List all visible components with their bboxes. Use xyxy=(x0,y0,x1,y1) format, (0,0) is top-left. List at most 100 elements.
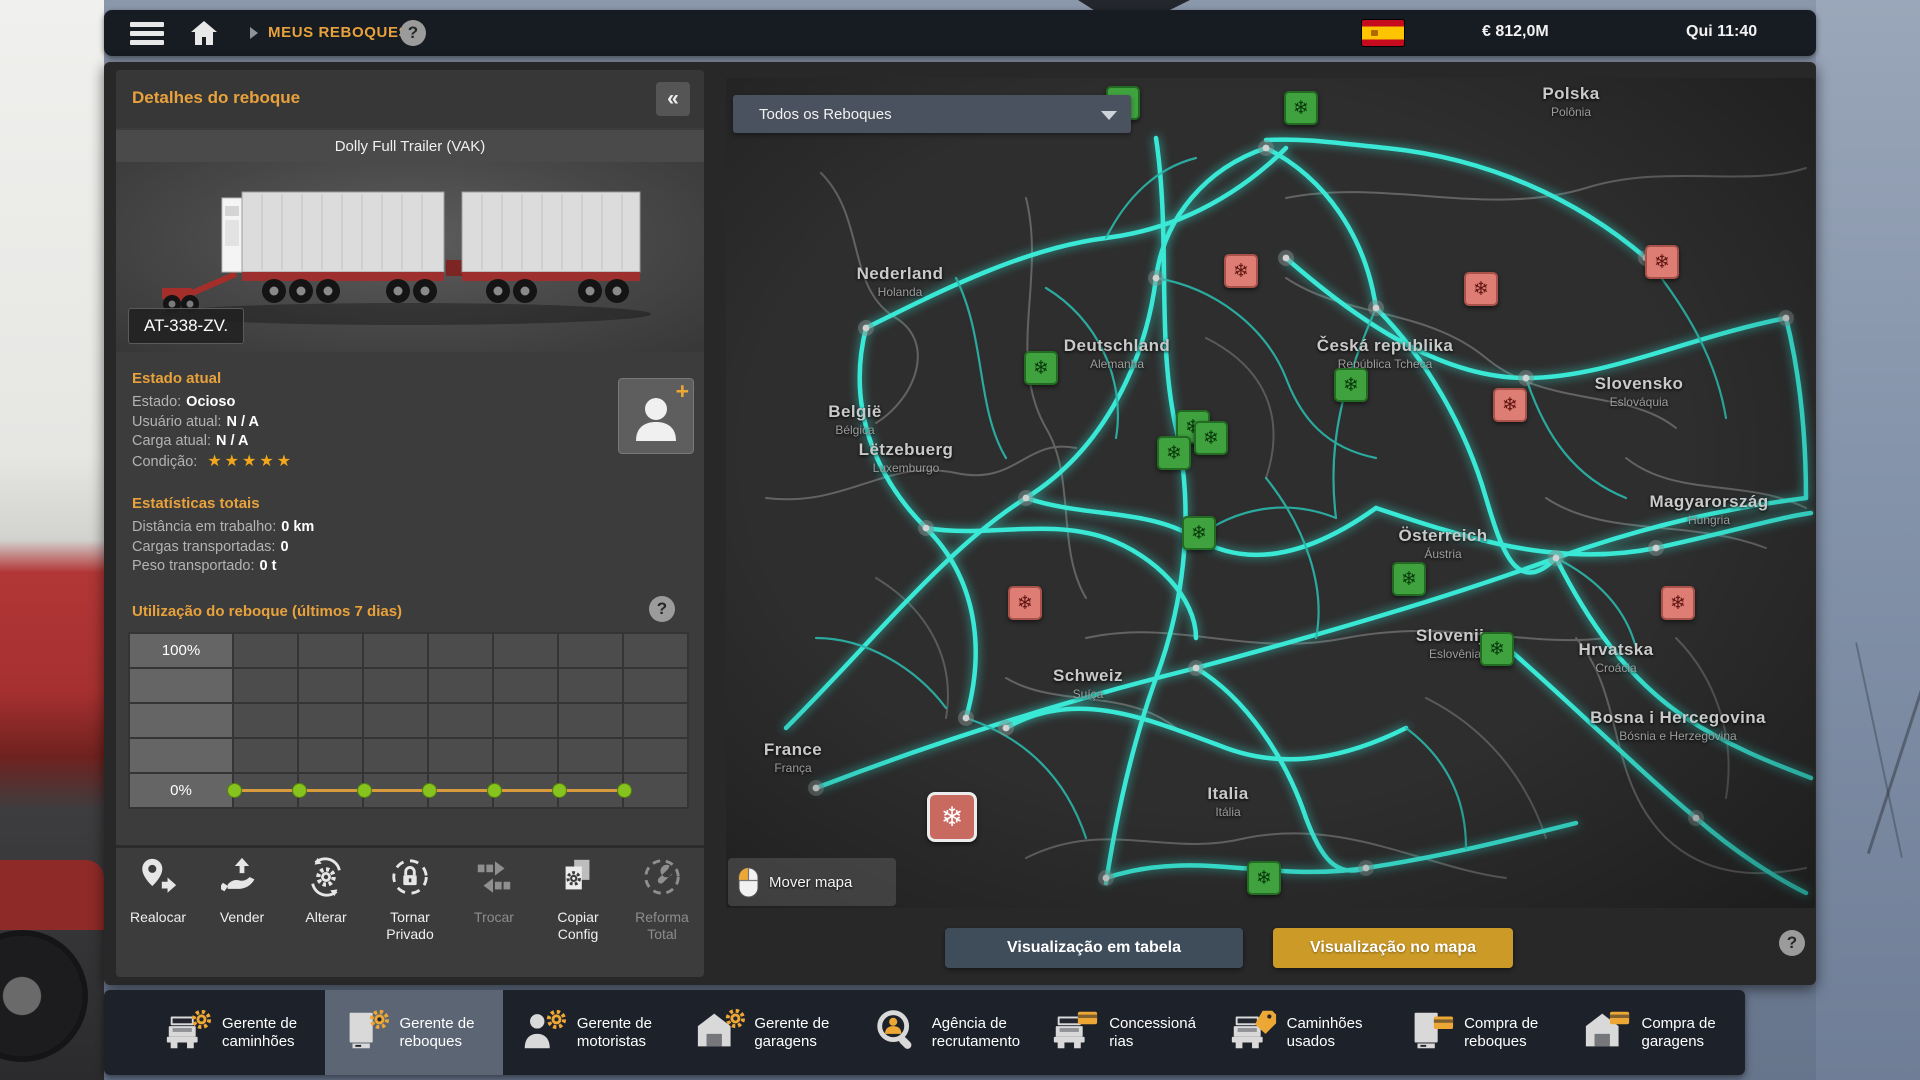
recruitment-icon xyxy=(873,1008,932,1057)
trailer-filter-dropdown[interactable]: Todos os Reboques xyxy=(733,95,1131,133)
nav-item-gerente-de-caminhoes[interactable]: Gerente de caminhões xyxy=(148,990,325,1075)
assign-driver-button[interactable]: + xyxy=(618,378,694,454)
menu-icon[interactable] xyxy=(130,22,164,45)
detail-row: Carga atual:N / A xyxy=(132,432,602,452)
trailer-marker-green[interactable]: ❄ xyxy=(1480,632,1514,666)
money-display: € 812,0M xyxy=(1482,23,1549,41)
chart-grid-cell xyxy=(299,774,362,807)
top-bar: MEUS REBOQUES ? € 812,0M Qui 11:40 xyxy=(104,10,1816,56)
trailer-marker-red[interactable]: ❄ xyxy=(1645,245,1679,279)
trailer-marker-green[interactable]: ❄ xyxy=(1392,562,1426,596)
nav-item-gerente-de-reboques[interactable]: Gerente de reboques xyxy=(325,990,502,1075)
chart-y-axis-cell xyxy=(130,669,232,702)
action-label: Copiar Config xyxy=(540,909,616,942)
trailer-marker-red[interactable]: ❄ xyxy=(1464,272,1498,306)
used-trucks-icon xyxy=(1228,1008,1287,1057)
snowflake-icon: ❄ xyxy=(1502,394,1518,416)
chart-grid-cell xyxy=(299,704,362,737)
trailer-details-panel: Detalhes do reboque « Dolly Full Trailer… xyxy=(116,70,704,977)
dropdown-value: Todos os Reboques xyxy=(759,106,892,123)
action-button-tornar-privado[interactable]: Tornar Privado xyxy=(368,856,452,942)
chart-grid-cell xyxy=(559,739,622,772)
trailer-marker-green[interactable]: ❄ xyxy=(1024,351,1058,385)
snowflake-icon: ❄ xyxy=(1473,278,1489,300)
action-label: Alterar xyxy=(305,909,346,926)
chart-y-axis-cell: 100% xyxy=(130,634,232,667)
home-icon[interactable] xyxy=(190,20,218,46)
screen: MEUS REBOQUES ? € 812,0M Qui 11:40 Detal… xyxy=(0,0,1920,1080)
management-nav-bar: Gerente de caminhões Gerente de reboques G… xyxy=(104,990,1745,1075)
trailer-marker-red[interactable]: ❄ xyxy=(1493,388,1527,422)
nav-item-label: Caminhões usados xyxy=(1287,1015,1375,1049)
trailer-name: Dolly Full Trailer (VAK) xyxy=(116,130,704,162)
nav-item-label: Compra de reboques xyxy=(1464,1015,1552,1049)
trailer-marker-red[interactable]: ❄ xyxy=(1008,586,1042,620)
trailer-marker-green[interactable]: ❄ xyxy=(1194,421,1228,455)
action-button-vender[interactable]: Vender xyxy=(200,856,284,942)
lock-icon xyxy=(389,856,431,909)
action-button-copiar-config[interactable]: Copiar Config xyxy=(536,856,620,942)
current-state-section: Estado atual Estado:OciosoUsuário atual:… xyxy=(132,370,602,472)
detail-row: Distância em trabalho:0 km xyxy=(132,518,602,538)
truck-manager-icon xyxy=(163,1008,222,1057)
trailer-marker-green[interactable]: ❄ xyxy=(1284,91,1318,125)
trailer-marker-red[interactable]: ❄ xyxy=(1661,586,1695,620)
nav-item-concessionarias[interactable]: Concessionárias xyxy=(1035,990,1212,1075)
action-label: Trocar xyxy=(474,909,514,926)
snowflake-icon: ❄ xyxy=(1203,427,1219,449)
action-button-alterar[interactable]: Alterar xyxy=(284,856,368,942)
detail-row: Estado:Ocioso xyxy=(132,393,602,413)
map-view-button[interactable]: Visualização no mapa xyxy=(1273,928,1513,968)
truck-mirror-silhouette xyxy=(1078,0,1190,10)
collapse-panel-button[interactable]: « xyxy=(656,82,690,116)
truck-fender xyxy=(0,860,104,930)
action-label: Vender xyxy=(220,909,264,926)
chart-grid-cell xyxy=(429,704,492,737)
usage-help-icon[interactable]: ? xyxy=(649,596,675,622)
action-button-realocar[interactable]: Realocar xyxy=(116,856,200,942)
snowflake-icon: ❄ xyxy=(1191,522,1207,544)
chart-grid-cell xyxy=(559,634,622,667)
map-help-icon[interactable]: ? xyxy=(1779,930,1805,956)
nav-item-label: Gerente de reboques xyxy=(399,1015,487,1049)
section-title: Estatísticas totais xyxy=(132,495,602,512)
trailer-manager-icon xyxy=(340,1008,399,1057)
snowflake-icon: ❄ xyxy=(1293,97,1309,119)
europe-map[interactable]: PolskaPolôniaNederlandHolandaDeutschland… xyxy=(726,78,1815,908)
license-plate: AT-338-ZV. xyxy=(128,308,244,344)
truck-wheel xyxy=(0,936,82,1056)
nav-item-compra-de-garagens[interactable]: Compra de garagens xyxy=(1568,990,1745,1075)
trailer-marker-green[interactable]: ❄ xyxy=(1182,516,1216,550)
chart-grid-cell xyxy=(624,774,687,807)
chart-y-axis-cell: 0% xyxy=(130,774,232,807)
snowflake-icon: ❄ xyxy=(1166,442,1182,464)
chart-grid-cell xyxy=(364,739,427,772)
swap-icon xyxy=(473,856,515,909)
trailer-marker-green[interactable]: ❄ xyxy=(1247,861,1281,895)
chart-grid-cell xyxy=(559,704,622,737)
nav-item-gerente-de-motoristas[interactable]: Gerente de motoristas xyxy=(503,990,680,1075)
trailer-marker-green[interactable]: ❄ xyxy=(1334,368,1368,402)
help-icon[interactable]: ? xyxy=(400,20,426,46)
nav-item-compra-de-reboques[interactable]: Compra de reboques xyxy=(1390,990,1567,1075)
garage-purchase-icon xyxy=(1583,1008,1642,1057)
nav-item-gerente-de-garagens[interactable]: Gerente de garagens xyxy=(680,990,857,1075)
breadcrumb-arrow-icon xyxy=(250,27,258,39)
chart-grid-cell xyxy=(494,704,557,737)
chart-grid-cell xyxy=(299,634,362,667)
trailer-actions-toolbar: Realocar Vender Alterar Tornar Privado Troca… xyxy=(116,856,704,942)
chart-grid-cell xyxy=(494,634,557,667)
action-button-trocar: Trocar xyxy=(452,856,536,942)
snowflake-icon: ❄ xyxy=(1343,374,1359,396)
trailer-marker-green[interactable]: ❄ xyxy=(1157,436,1191,470)
nav-item-agencia-de-recrutamento[interactable]: Agência de recrutamento xyxy=(858,990,1035,1075)
trailer-marker-selected[interactable]: ❄ xyxy=(927,792,977,842)
chart-grid-cell xyxy=(624,704,687,737)
nav-item-label: Gerente de caminhões xyxy=(222,1015,310,1049)
trailer-marker-red[interactable]: ❄ xyxy=(1224,254,1258,288)
garage-manager-icon xyxy=(695,1008,754,1057)
nav-item-caminhoes-usados[interactable]: Caminhões usados xyxy=(1213,990,1390,1075)
table-view-button[interactable]: Visualização em tabela xyxy=(945,928,1243,968)
copy-config-icon xyxy=(557,856,599,909)
chart-grid-cell xyxy=(429,774,492,807)
